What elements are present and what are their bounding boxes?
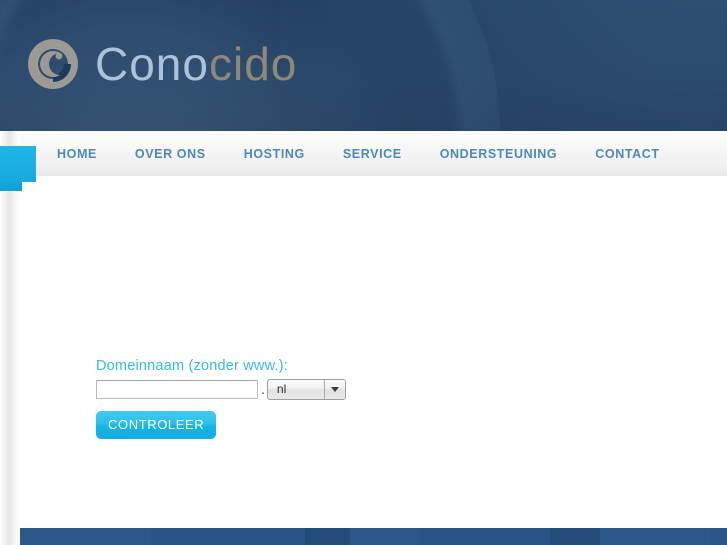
footer-band-3 (420, 528, 550, 545)
footer-band-5 (710, 528, 727, 545)
main-navigation: HOME OVER ONS HOSTING SERVICE ONDERSTEUN… (20, 131, 727, 176)
header-glow-right (280, 0, 727, 131)
logo-wordmark-part2: cido (208, 38, 298, 90)
page-root: Conocido HOME OVER ONS HOSTING SERVICE O… (0, 0, 727, 545)
domain-name-input[interactable] (96, 380, 258, 399)
domain-input-row: . nl (96, 379, 346, 400)
domain-name-label: Domeinnaam (zonder www.): (96, 358, 288, 374)
tld-select[interactable]: nl (266, 379, 346, 400)
domain-dot-separator: . (261, 381, 265, 397)
main-content: Domeinnaam (zonder www.): . nl CONTROLEE… (20, 176, 727, 528)
nav-item-service[interactable]: SERVICE (324, 132, 421, 177)
controleer-button[interactable]: CONTROLEER (96, 411, 217, 439)
nav-list: HOME OVER ONS HOSTING SERVICE ONDERSTEUN… (20, 132, 727, 176)
conocido-circle-logo-icon (24, 35, 82, 93)
chevron-down-icon[interactable] (323, 380, 345, 399)
nav-item-over-ons[interactable]: OVER ONS (116, 132, 225, 177)
tld-select-value: nl (276, 382, 287, 396)
footer-band-2 (305, 528, 350, 545)
nav-item-contact[interactable]: CONTACT (576, 132, 678, 177)
cyan-accent-tab-foot (0, 182, 22, 191)
nav-item-hosting[interactable]: HOSTING (225, 132, 324, 177)
nav-item-home[interactable]: HOME (38, 132, 116, 177)
cyan-accent-tab (0, 146, 36, 182)
footer-band-1 (150, 528, 305, 545)
site-logo[interactable]: Conocido (24, 35, 297, 93)
site-footer (20, 528, 727, 545)
domain-check-form: Domeinnaam (zonder www.): . nl CONTROLEE… (96, 358, 346, 439)
logo-wordmark: Conocido (95, 41, 297, 87)
logo-wordmark-part1: Cono (95, 38, 209, 90)
footer-band-4 (550, 528, 600, 545)
nav-item-ondersteuning[interactable]: ONDERSTEUNING (421, 132, 577, 177)
